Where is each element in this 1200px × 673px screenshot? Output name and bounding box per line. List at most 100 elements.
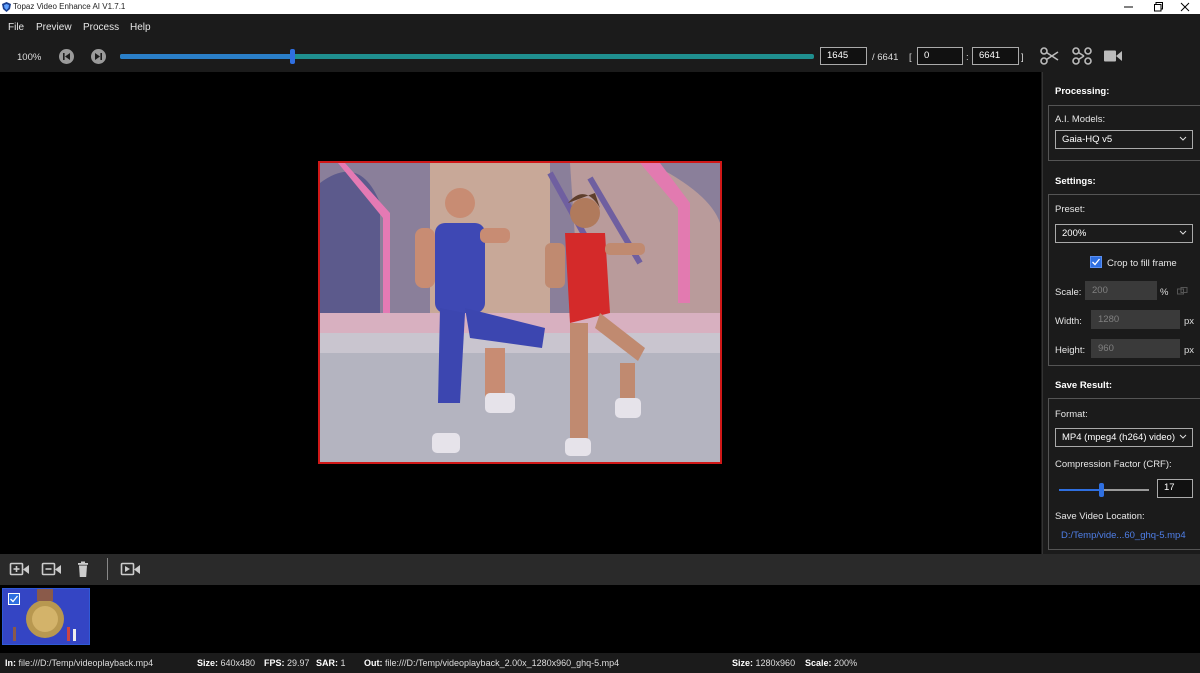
skip-back-icon <box>63 53 70 60</box>
processing-header: Processing: <box>1055 86 1110 97</box>
cut-segment-button[interactable] <box>1072 47 1092 65</box>
width-unit: px <box>1184 316 1195 327</box>
crf-input[interactable]: 17 <box>1157 479 1193 498</box>
timeline-slider[interactable] <box>120 49 814 64</box>
range-end-input[interactable]: 6641 <box>972 47 1019 65</box>
delete-icon <box>78 561 88 577</box>
total-frames: / 6641 <box>872 52 899 63</box>
menu-file[interactable]: File <box>8 22 24 34</box>
crf-slider-fill <box>1059 489 1101 491</box>
skip-forward-button[interactable] <box>91 49 106 64</box>
height-field[interactable]: 960 <box>1091 339 1180 358</box>
add-video-button[interactable] <box>9 561 31 578</box>
timeline-progress <box>120 54 292 59</box>
export-video-button[interactable] <box>120 561 142 578</box>
status-bar: In: file:///D:/Temp/videoplayback.mp4 Si… <box>0 653 1200 673</box>
crf-slider-handle[interactable] <box>1099 483 1104 497</box>
chevron-down-icon <box>1179 230 1187 235</box>
queue-item-checkbox[interactable] <box>8 593 20 605</box>
close-button[interactable] <box>1170 0 1200 14</box>
save-location-link[interactable]: D:/Temp/vide...60_ghq-5.mp4 <box>1061 530 1186 541</box>
queue-item[interactable] <box>2 588 90 645</box>
delete-button[interactable] <box>74 561 96 578</box>
link-aspect-icon[interactable] <box>1177 287 1188 295</box>
video-queue <box>0 585 1200 653</box>
video-camera-icon <box>1104 50 1122 62</box>
menu-bar: File Preview Process Help <box>0 14 1200 42</box>
width-field[interactable]: 1280 <box>1091 310 1180 329</box>
size-label: Size: <box>197 658 219 668</box>
minimize-button[interactable] <box>1114 0 1144 14</box>
out-size-label: Size: <box>732 658 754 668</box>
zoom-level[interactable]: 100% <box>17 52 41 63</box>
minimize-icon <box>1124 6 1133 8</box>
timeline-handle[interactable] <box>290 49 295 64</box>
output-scale: 200% <box>834 658 858 668</box>
skip-back-button[interactable] <box>59 49 74 64</box>
scale-unit: % <box>1160 287 1169 298</box>
format-select[interactable]: MP4 (mpeg4 (h264) video) <box>1055 428 1193 447</box>
add-video-icon <box>9 562 29 576</box>
menu-help[interactable]: Help <box>130 22 151 34</box>
menu-process[interactable]: Process <box>83 22 119 34</box>
skip-forward-icon <box>95 53 102 60</box>
toolbar-separator <box>107 558 108 580</box>
checkmark-icon <box>10 595 19 603</box>
save-result-header: Save Result: <box>1055 380 1113 391</box>
sar-label: SAR: <box>316 658 338 668</box>
scale-field[interactable]: 200 <box>1085 281 1157 300</box>
ai-model-value: Gaia-HQ v5 <box>1062 134 1113 145</box>
remove-video-button[interactable] <box>41 561 63 578</box>
save-result-group: Format: MP4 (mpeg4 (h264) video) Compres… <box>1048 398 1200 550</box>
scale-label: Scale: <box>1055 287 1082 298</box>
width-label: Width: <box>1055 316 1082 327</box>
range-open-bracket: [ <box>909 52 912 63</box>
input-fps: 29.97 <box>287 658 310 668</box>
queue-toolbar <box>0 554 1200 585</box>
crf-slider[interactable] <box>1059 483 1149 497</box>
settings-panel: Processing: A.I. Models: Gaia-HQ v5 Sett… <box>1042 72 1200 554</box>
current-frame-input[interactable]: 1645 <box>820 47 867 65</box>
settings-header: Settings: <box>1055 176 1096 187</box>
input-sar: 1 <box>340 658 346 668</box>
video-camera-button[interactable] <box>1103 47 1123 65</box>
chevron-down-icon <box>1179 136 1187 141</box>
out-label: Out: <box>364 658 383 668</box>
height-unit: px <box>1184 345 1195 356</box>
menu-preview[interactable]: Preview <box>36 22 72 34</box>
range-separator: : <box>966 52 969 63</box>
height-label: Height: <box>1055 345 1086 356</box>
crop-checkbox[interactable] <box>1090 256 1102 268</box>
input-size: 640x480 <box>220 658 256 668</box>
ai-model-select[interactable]: Gaia-HQ v5 <box>1055 130 1193 149</box>
preset-value: 200% <box>1062 228 1087 239</box>
close-icon <box>1180 2 1190 12</box>
app-logo-icon <box>2 2 11 12</box>
video-preview-area <box>0 72 1041 554</box>
format-label: Format: <box>1055 409 1088 420</box>
remove-video-icon <box>41 562 61 576</box>
video-frame-image <box>320 163 720 462</box>
crf-label: Compression Factor (CRF): <box>1055 459 1172 470</box>
scissors-icon <box>1040 47 1059 65</box>
in-label: In: <box>5 658 16 668</box>
checkmark-icon <box>1092 258 1101 266</box>
output-size: 1280x960 <box>755 658 796 668</box>
input-path: file:///D:/Temp/videoplayback.mp4 <box>18 658 154 668</box>
chevron-down-icon <box>1179 434 1187 439</box>
range-close-bracket: ] <box>1021 52 1024 63</box>
scissors-button[interactable] <box>1040 47 1060 65</box>
window-title: Topaz Video Enhance AI V1.7.1 <box>13 2 126 11</box>
format-value: MP4 (mpeg4 (h264) video) <box>1062 432 1175 443</box>
cut-segment-icon <box>1072 47 1092 65</box>
preset-select[interactable]: 200% <box>1055 224 1193 243</box>
video-frame[interactable] <box>318 161 722 464</box>
settings-group: Preset: 200% Crop to fill frame Scale: 2… <box>1048 194 1200 366</box>
out-scale-label: Scale: <box>805 658 832 668</box>
processing-group: A.I. Models: Gaia-HQ v5 <box>1048 105 1200 161</box>
range-start-input[interactable]: 0 <box>917 47 963 65</box>
playback-toolbar: 100% 1645 / 6641 [ 0 : 6641 ] <box>0 42 1200 72</box>
crop-label: Crop to fill frame <box>1107 258 1177 269</box>
export-video-icon <box>120 562 140 576</box>
fps-label: FPS: <box>264 658 285 668</box>
